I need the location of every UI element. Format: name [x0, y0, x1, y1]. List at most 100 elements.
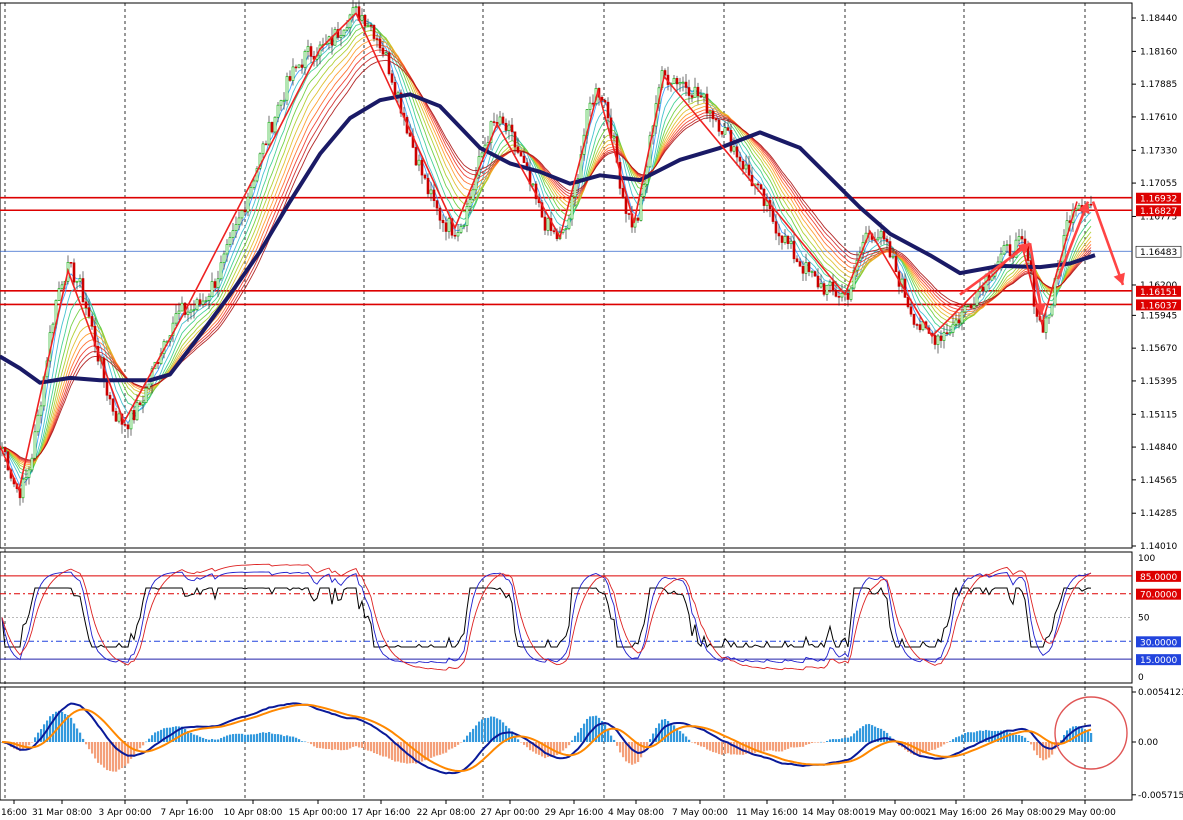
- time-tick-label: 4 May 08:00: [608, 808, 664, 818]
- candle-body: [822, 283, 826, 295]
- macd-histogram-bar: [151, 735, 154, 742]
- oscillator-tick-label: 0: [1138, 673, 1144, 683]
- candle-body: [882, 230, 886, 240]
- macd-histogram-bar: [724, 742, 727, 754]
- macd-histogram-bar: [694, 742, 697, 744]
- macd-histogram-bar: [361, 742, 364, 748]
- macd-histogram-bar: [331, 742, 334, 751]
- candle-body: [216, 278, 220, 288]
- candle-body: [186, 311, 190, 315]
- time-tick-label: 14 May 08:00: [802, 808, 864, 818]
- candle-body: [747, 164, 751, 176]
- candle-body: [1044, 317, 1048, 333]
- macd-histogram-bar: [214, 739, 217, 742]
- candle-body: [438, 207, 442, 221]
- candle-body: [372, 25, 376, 39]
- candle-body: [144, 387, 148, 403]
- candle-body: [879, 230, 883, 239]
- candle-body: [1050, 304, 1054, 316]
- candle-body: [210, 281, 214, 297]
- macd-histogram-bar: [517, 739, 520, 742]
- macd-histogram-bar: [286, 735, 289, 742]
- macd-histogram-bar: [853, 733, 856, 742]
- macd-histogram-bar: [307, 742, 310, 743]
- macd-histogram-bar: [805, 742, 808, 745]
- time-tick-label: 27 Apr 00:00: [481, 808, 540, 818]
- candle-body: [132, 410, 136, 421]
- candle-body: [837, 296, 841, 298]
- candle-body: [642, 184, 646, 197]
- macd-histogram-bar: [616, 742, 619, 746]
- candle-body: [108, 394, 112, 400]
- oscillator-level-label: 30.0000: [1140, 638, 1177, 648]
- candle-body: [720, 131, 724, 135]
- time-tick-label: 31 Mar 08:00: [32, 808, 92, 818]
- candle-body: [918, 324, 922, 331]
- candle-body: [948, 332, 952, 335]
- macd-histogram-bar: [760, 742, 763, 751]
- price-tick-label: 1.14840: [1140, 443, 1177, 453]
- macd-histogram-bar: [859, 728, 862, 742]
- macd-histogram-bar: [970, 732, 973, 742]
- candle-body: [894, 255, 898, 273]
- time-tick-label: 15 Apr 00:00: [289, 808, 348, 818]
- candle-body: [954, 319, 958, 325]
- candle-body: [819, 283, 823, 288]
- macd-histogram-bar: [256, 733, 259, 742]
- macd-histogram-bar: [1027, 740, 1030, 742]
- macd-histogram-bar: [427, 742, 430, 760]
- candle-body: [444, 222, 448, 232]
- macd-histogram-bar: [271, 733, 274, 742]
- macd-histogram-bar: [568, 742, 571, 746]
- candle-body: [270, 121, 274, 133]
- candle-body: [87, 307, 91, 317]
- candle-body: [501, 116, 505, 124]
- candle-body: [981, 286, 985, 292]
- price-tick-label: 1.14565: [1140, 476, 1177, 486]
- macd-histogram-bar: [319, 742, 322, 749]
- candle-body: [1002, 245, 1006, 255]
- time-tick-label: 10 Apr 08:00: [224, 808, 283, 818]
- candle-body: [513, 131, 517, 148]
- candle-body: [681, 81, 685, 84]
- macd-histogram-bar: [148, 738, 151, 742]
- candle-body: [24, 477, 28, 480]
- macd-histogram-bar: [367, 742, 370, 751]
- macd-histogram-bar: [82, 738, 85, 742]
- macd-histogram-bar: [283, 736, 286, 742]
- oscillator-level-label: 70.0000: [1140, 591, 1177, 601]
- macd-histogram-bar: [919, 742, 922, 755]
- macd-histogram-bar: [376, 742, 379, 755]
- candle-body: [90, 316, 94, 327]
- macd-histogram-bar: [598, 717, 601, 742]
- macd-histogram-bar: [610, 735, 613, 742]
- macd-histogram-bar: [868, 723, 871, 742]
- macd-histogram-bar: [940, 742, 943, 747]
- candle-body: [663, 70, 667, 76]
- candle-body: [300, 64, 304, 68]
- macd-histogram-bar: [274, 734, 277, 742]
- time-tick-label: 29 Apr 16:00: [545, 808, 604, 818]
- macd-histogram-bar: [799, 742, 802, 747]
- macd-histogram-bar: [31, 742, 34, 743]
- candle-body: [798, 261, 802, 267]
- candle-body: [105, 379, 109, 396]
- macd-tick-label: 0.00: [1138, 738, 1158, 748]
- macd-histogram-bar: [448, 742, 451, 750]
- candle-body: [885, 238, 889, 242]
- trading-chart[interactable]: 85.0000 70.0000 30.0000 15.0000 100 50 0 0.005…: [0, 0, 1183, 820]
- macd-histogram-bar: [487, 717, 490, 742]
- macd-histogram-bar: [1087, 731, 1090, 742]
- candle-body: [726, 127, 730, 131]
- candle-body: [939, 335, 943, 341]
- macd-histogram-bar: [700, 742, 703, 747]
- candle-body: [774, 221, 778, 234]
- candle-body: [243, 210, 247, 213]
- macd-histogram-bar: [1012, 734, 1015, 742]
- macd-histogram-bar: [553, 742, 556, 756]
- candle-body: [504, 122, 508, 131]
- time-tick-label: 16:00: [1, 808, 27, 818]
- candle-body: [264, 143, 268, 146]
- macd-histogram-bar: [457, 742, 460, 745]
- candle-body: [429, 189, 433, 195]
